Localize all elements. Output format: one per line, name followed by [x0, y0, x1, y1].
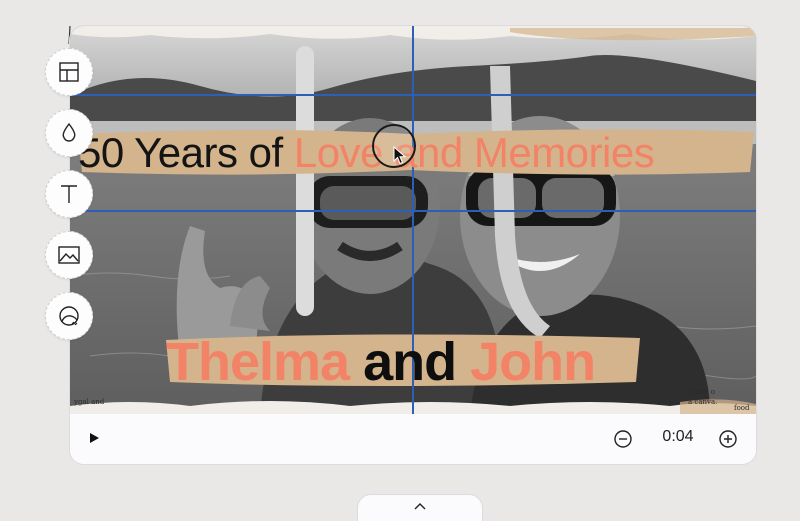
- editor-card: 50 Years of Love and Memories Thelma and…: [70, 26, 756, 464]
- color-tool-button[interactable]: [45, 109, 93, 157]
- text-icon: [61, 185, 77, 203]
- mouse-pointer-icon: [393, 146, 407, 165]
- image-tool-button[interactable]: [45, 231, 93, 279]
- layout-tool-button[interactable]: [45, 48, 93, 96]
- sticker-tool-button[interactable]: [45, 292, 93, 340]
- headline-text[interactable]: 50 Years of Love and Memories: [78, 130, 754, 176]
- sticker-icon: [59, 306, 79, 326]
- player-controls: 0:04: [70, 414, 756, 464]
- image-icon: [58, 246, 80, 264]
- names-text[interactable]: Thelma and John: [166, 330, 666, 394]
- zoom-in-icon[interactable]: [719, 430, 737, 448]
- droplet-icon: [62, 122, 76, 142]
- name-last: John: [470, 332, 596, 392]
- headline-part-1: 50 Years of: [78, 129, 294, 176]
- name-connector: and: [349, 332, 471, 392]
- bottom-panel-toggle[interactable]: [358, 495, 482, 521]
- corner-text-right-3: food: [734, 404, 750, 412]
- chevron-up-icon: [414, 503, 426, 510]
- text-tool-button[interactable]: [45, 170, 93, 218]
- zoom-out-icon[interactable]: [614, 430, 632, 448]
- layout-grid-icon: [59, 62, 79, 82]
- play-icon[interactable]: [86, 430, 102, 446]
- canvas-stage[interactable]: 50 Years of Love and Memories Thelma and…: [70, 26, 756, 414]
- headline-part-2: Love and Memories: [293, 129, 655, 176]
- corner-text-right-2: a canva.: [688, 398, 718, 406]
- corner-text-right-1: irame o: [688, 388, 715, 396]
- name-first: Thelma: [166, 332, 350, 392]
- playback-time: 0:04: [662, 428, 694, 445]
- corner-text-left: ygal and: [74, 398, 105, 406]
